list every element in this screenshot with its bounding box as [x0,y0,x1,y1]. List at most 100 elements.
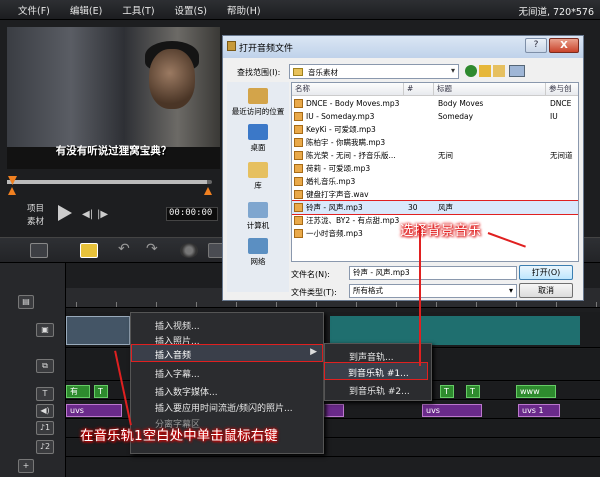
menu-insert-title[interactable]: 插入字幕... [155,367,200,380]
column-number[interactable]: # [404,83,434,96]
menu-to-music-track-2[interactable]: 到音乐轨 #2... [349,384,410,397]
menu-insert-audio-label: 插入音频 [155,351,192,361]
place-computer[interactable]: 计算机 [227,202,289,231]
column-title[interactable]: 标题 [434,83,546,96]
video-preview: 有没有听说过狸窝宝典？ [7,27,220,169]
title-clip[interactable]: T [466,385,480,398]
menu-insert-digital-media[interactable]: 插入数字媒体... [155,385,218,398]
menu-insert-video[interactable]: 插入视频... [155,319,200,332]
voice-clip[interactable]: uvs [422,404,482,417]
file-name: 陈光荣 - 无间 - 抒音乐版... [306,151,396,160]
file-name: 一小时音频.mp3 [306,229,363,238]
timeline-view-icon[interactable] [80,243,98,258]
redo-icon[interactable]: ↷ [146,241,164,257]
menu-insert-audio[interactable]: 插入音频 ▶ [131,344,323,362]
voice-clip[interactable] [324,404,344,417]
file-title: Body Moves [438,99,484,108]
annotation-arrow [419,226,421,366]
view-menu-icon[interactable] [509,65,525,77]
menu-bar: 文件(F) 编辑(E) 工具(T) 设置(S) 帮助(H) 无间道, 720*5… [0,0,600,20]
menu-help[interactable]: 帮助(H) [217,3,271,17]
play-icon[interactable] [58,205,72,221]
file-row[interactable]: 铃声 - 风声.mp3 30 风声 [292,200,578,215]
storyboard-view-icon[interactable] [30,243,48,258]
place-network[interactable]: 网络 [227,238,289,267]
file-row[interactable]: 陈柏宇 - 你瞒我瞒.mp3 [292,136,578,149]
title-clip[interactable]: www [516,385,556,398]
audio-file-icon [294,190,303,199]
file-name: IU - Someday.mp3 [306,112,375,121]
file-row[interactable]: 荷莉 - 可爱颂.mp3 [292,162,578,175]
file-row[interactable]: DNCE - Body Moves.mp3 Body Moves DNCE [292,97,578,110]
filename-input[interactable]: 铃声 - 风声.mp3 [349,266,517,280]
menu-insert-timelapse-photo[interactable]: 插入要应用时间流逝/频闪的照片... [155,401,293,414]
project-title: 无间道, 720*576 [518,7,594,18]
file-row[interactable]: 婚礼音乐.mp3 [292,175,578,188]
scrub-bar[interactable] [7,180,212,184]
title-track-icon[interactable]: T [36,387,54,401]
track-manager-icon[interactable]: ▤ [18,295,34,309]
dialog-app-icon [227,41,236,51]
file-row[interactable]: 陈光荣 - 无间 - 抒音乐版... 无间 无间道 [292,149,578,162]
trim-start-marker[interactable] [8,187,16,195]
title-clip[interactable]: T [440,385,454,398]
column-artist[interactable]: 参与创 [546,83,578,96]
back-icon[interactable] [465,65,477,77]
file-row[interactable]: KeyKi - 可爱颂.mp3 [292,123,578,136]
look-in-label: 查找范围(I): [237,68,281,77]
filetype-select[interactable]: 所有格式 ▾ [349,284,517,298]
video-clip[interactable] [330,316,580,345]
video-clip-thumbnail[interactable] [66,316,130,345]
overlay-track-icon[interactable]: ⧉ [36,359,54,373]
menu-settings[interactable]: 设置(S) [165,3,217,17]
new-folder-icon[interactable] [493,65,505,77]
next-frame-icon[interactable]: |▶ [97,209,108,220]
clip-mode-label[interactable]: 素材 [27,215,44,227]
help-button[interactable]: ? [525,38,547,53]
column-name[interactable]: 名称 [292,83,404,96]
undo-icon[interactable]: ↶ [118,241,136,257]
trim-end-marker[interactable] [204,187,212,195]
folder-icon [293,68,303,76]
chevron-down-icon[interactable]: ▾ [451,66,455,75]
timecode-display[interactable]: 00:00:00 [166,207,218,221]
menu-to-music-track-1[interactable]: 到音乐轨 #1... [324,362,428,380]
place-recent[interactable]: 最近访问的位置 [227,88,289,117]
audio-file-icon [294,151,303,160]
place-libraries[interactable]: 库 [227,162,289,191]
file-name: 陈柏宇 - 你瞒我瞒.mp3 [306,138,386,147]
place-desktop[interactable]: 桌面 [227,124,289,153]
previous-frame-icon[interactable]: ◀| [82,209,93,220]
menu-tools[interactable]: 工具(T) [112,3,164,17]
up-folder-icon[interactable] [479,65,491,77]
record-capture-icon[interactable] [180,243,198,258]
video-track-icon[interactable]: ▣ [36,323,54,337]
title-clip[interactable]: T [94,385,108,398]
menu-edit[interactable]: 编辑(E) [60,3,112,17]
cancel-button[interactable]: 取消 [519,283,573,298]
look-in-value: 音乐素材 [308,68,338,77]
close-button[interactable]: X [549,38,579,53]
file-row[interactable]: IU - Someday.mp3 Someday IU [292,110,578,123]
music-track-2-icon[interactable]: ♪2 [36,440,54,454]
file-row[interactable]: 键盘打字声音.wav [292,188,578,201]
voice-clip[interactable]: uvs [66,404,122,417]
title-clip[interactable]: 有 [66,385,90,398]
look-in-combo[interactable]: 音乐素材 ▾ [289,64,459,79]
music-track-1-icon[interactable]: ♪1 [36,421,54,435]
voice-track-icon[interactable]: ◀) [36,404,54,418]
project-mode-label[interactable]: 项目 [27,202,44,214]
scrub-fill [7,180,207,184]
recent-places-icon [248,88,268,104]
file-artist: DNCE [550,99,572,108]
chevron-down-icon[interactable]: ▾ [509,285,513,297]
voice-clip[interactable]: uvs 1 [518,404,560,417]
network-icon [248,238,268,254]
timeline-zoom-icon[interactable]: + [18,459,34,473]
dialog-title: 打开音频文件 [239,44,294,54]
audio-file-icon [294,164,303,173]
menu-file[interactable]: 文件(F) [0,3,60,17]
computer-icon [248,202,268,218]
open-button[interactable]: 打开(O) [519,265,573,280]
preview-figure-face [149,49,195,109]
